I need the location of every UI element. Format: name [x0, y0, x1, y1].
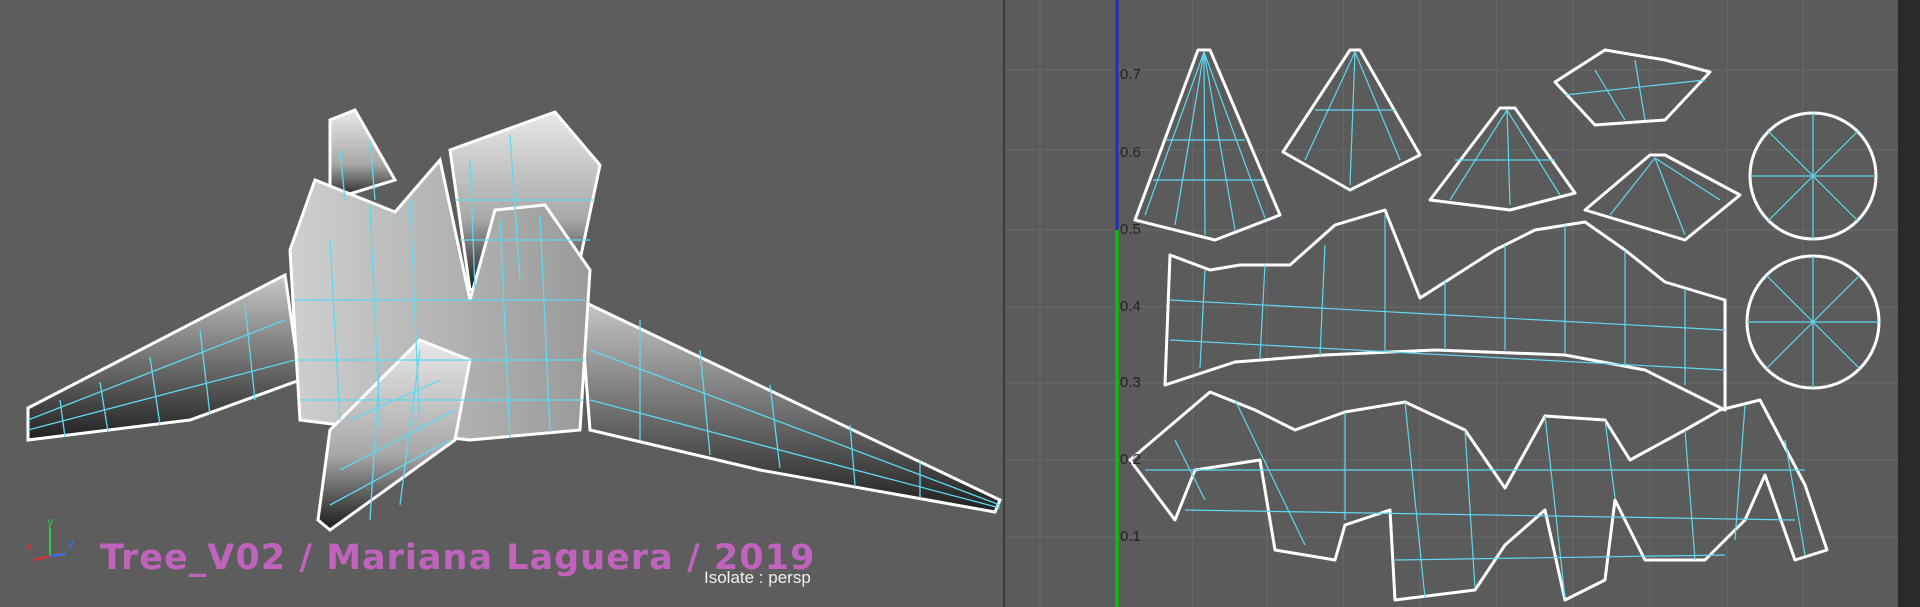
uv-editor-right-border: [1898, 0, 1920, 607]
uv-grid-and-shells[interactable]: [1005, 0, 1920, 607]
uv-shell-cone-1: [1133, 48, 1282, 242]
uv-shell-cone-3: [1428, 106, 1577, 212]
v-tick-0.4: 0.4: [1120, 298, 1141, 315]
right-branch: [578, 297, 1002, 514]
v-tick-0.6: 0.6: [1120, 144, 1141, 161]
isolate-label: Isolate : persp: [704, 568, 811, 587]
v-tick-0.5: 0.5: [1120, 221, 1141, 238]
v-tick-0.7: 0.7: [1120, 66, 1141, 83]
perspective-viewport[interactable]: y x z Tree_V02 / Mariana Laguera / 2019 …: [0, 0, 1005, 607]
left-branch: [26, 272, 302, 442]
axis-z-label: z: [68, 536, 75, 551]
v-tick-0.3: 0.3: [1120, 374, 1141, 391]
crown-left: [328, 108, 398, 203]
axis-y-label: y: [47, 514, 54, 529]
uv-shell-lower: [1128, 390, 1829, 602]
axis-x-label: x: [26, 538, 33, 553]
axis-gizmo: y x z: [26, 514, 75, 561]
tree-model-mesh[interactable]: [0, 0, 1003, 607]
uv-editor-panel[interactable]: 0.1 0.2 0.3 0.4 0.5 0.6 0.7: [1005, 0, 1920, 607]
uv-shell-cone-2: [1281, 48, 1422, 192]
v-tick-0.1: 0.1: [1120, 528, 1141, 545]
v-tick-0.2: 0.2: [1120, 451, 1141, 468]
